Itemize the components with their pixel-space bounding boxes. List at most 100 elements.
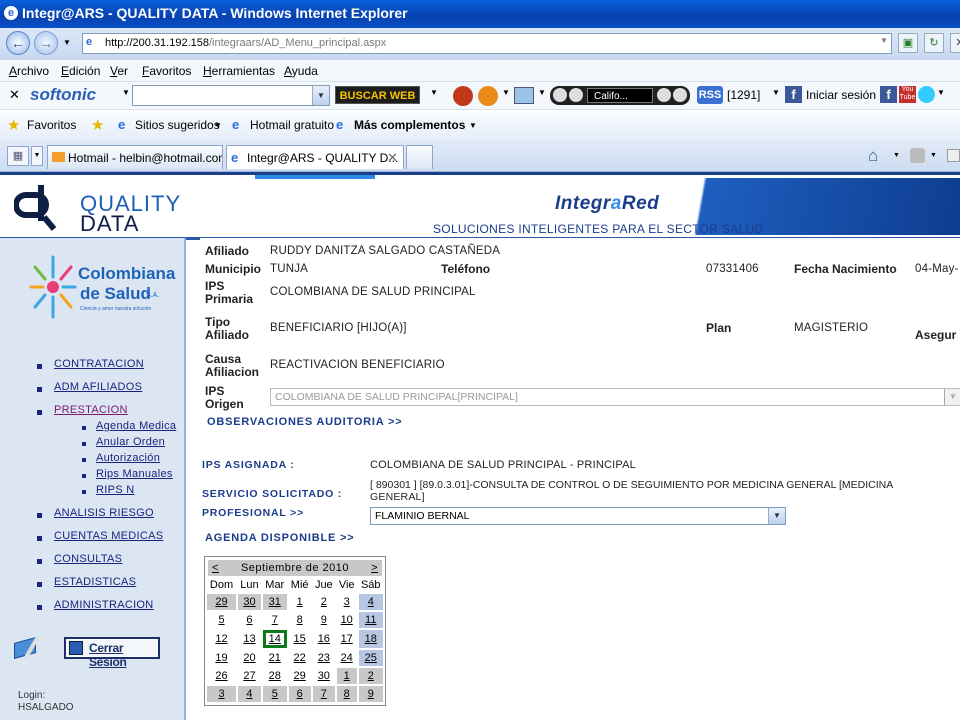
tab-hotmail[interactable]: Hotmail - helbin@hotmail.com...	[47, 145, 223, 169]
facebook-login-link[interactable]: Iniciar sesión	[806, 88, 876, 102]
calendar-day-other-month[interactable]: 2	[358, 668, 383, 684]
rss-icon[interactable]: RSS	[697, 86, 723, 104]
nav-prestacion[interactable]: PRESTACION	[54, 404, 128, 416]
nav-adm-afiliados[interactable]: ADM AFILIADOS	[54, 381, 142, 393]
suggested-sites-link[interactable]: Sitios sugeridos	[135, 118, 220, 132]
close-tab-icon[interactable]: ✕	[387, 150, 398, 166]
calendar-day[interactable]: 2	[313, 594, 335, 610]
softonic-dropdown-icon[interactable]: ▼	[122, 88, 130, 97]
calendar-day[interactable]: 25	[358, 650, 383, 666]
nav-administracion[interactable]: ADMINISTRACION	[54, 599, 154, 611]
menu-edicion[interactable]: Edición	[61, 64, 100, 78]
home-icon[interactable]: ⌂	[868, 146, 878, 166]
addons-dropdown-icon[interactable]: ▼	[469, 121, 477, 130]
calendar-day[interactable]: 18	[358, 630, 383, 648]
calendar-day[interactable]: 16	[313, 630, 335, 648]
youtube-icon[interactable]: You Tube	[899, 86, 916, 103]
calendar-day-other-month[interactable]: 3	[207, 686, 237, 702]
buscar-web-button[interactable]: BUSCAR WEB	[335, 86, 420, 104]
tv-dropdown-icon[interactable]: ▼	[538, 88, 546, 97]
feeds-icon[interactable]	[910, 148, 925, 163]
calendar-day[interactable]: 27	[238, 668, 261, 684]
address-dropdown-icon[interactable]: ▼	[880, 36, 888, 45]
tab-integrars[interactable]: e Integr@ARS - QUALITY D... ✕	[226, 145, 404, 169]
calendar-day[interactable]: 21	[263, 650, 287, 666]
more-addons-link[interactable]: Más complementos	[354, 118, 465, 132]
calendar-day-other-month[interactable]: 31	[262, 594, 287, 610]
game-icon[interactable]	[478, 86, 498, 106]
new-tab-button[interactable]	[406, 145, 433, 169]
nav-agenda-medica[interactable]: Agenda Medica	[96, 420, 176, 432]
ips-origen-dropdown-icon[interactable]: ▼	[944, 389, 960, 405]
nav-autorizacion[interactable]: Autorización	[96, 452, 160, 464]
calendar-day[interactable]: 30	[313, 668, 335, 684]
calendar-day[interactable]: 17	[337, 630, 357, 648]
calendar-day[interactable]: 9	[313, 612, 335, 628]
calendar-day[interactable]: 7	[263, 612, 287, 628]
favorites-button[interactable]: Favoritos	[27, 118, 76, 132]
nav-rips-n[interactable]: RIPS N	[96, 484, 134, 496]
calendar-day[interactable]: 3	[337, 594, 357, 610]
facebook-icon[interactable]: f	[785, 86, 802, 103]
close-toolbar-icon[interactable]: ✕	[9, 87, 20, 103]
calendar-day-other-month[interactable]: 6	[288, 686, 311, 702]
profesional-dropdown-icon[interactable]: ▼	[768, 508, 785, 524]
calendar-day[interactable]: 6	[238, 612, 261, 628]
calendar-day[interactable]: 19	[207, 650, 236, 666]
rss-dropdown-icon[interactable]: ▼	[772, 88, 780, 97]
calendar-day[interactable]: 20	[238, 650, 261, 666]
calendar-day[interactable]: 12	[207, 630, 236, 648]
radio-play-icon[interactable]	[569, 88, 583, 102]
calendar-day[interactable]: 22	[289, 650, 311, 666]
menu-favoritos[interactable]: Favoritos	[142, 64, 191, 78]
hotmail-link[interactable]: Hotmail gratuito	[250, 118, 334, 132]
calendar-day-other-month[interactable]: 29	[207, 594, 237, 610]
nav-consultas[interactable]: CONSULTAS	[54, 553, 122, 565]
nav-cuentas-medicas[interactable]: CUENTAS MEDICAS	[54, 530, 163, 542]
twitter-icon[interactable]	[918, 86, 935, 103]
calendar-day[interactable]: 13	[238, 630, 261, 648]
facebook-small-icon[interactable]: f	[880, 86, 897, 103]
softonic-search-input[interactable]: ▼	[132, 85, 330, 106]
menu-herramientas[interactable]: Herramientas	[203, 64, 275, 78]
menu-ver[interactable]: Ver	[110, 64, 128, 78]
radio-player[interactable]: Califo...	[550, 86, 690, 105]
suggested-dropdown-icon[interactable]: ▼	[214, 121, 222, 130]
profesional-link[interactable]: PROFESIONAL >>	[202, 507, 304, 519]
home-dropdown-icon[interactable]: ▼	[893, 152, 900, 159]
radio-stop-icon[interactable]	[673, 88, 687, 102]
calendar-day-other-month[interactable]: 1	[336, 668, 357, 684]
profesional-select[interactable]: FLAMINIO BERNAL ▼	[370, 507, 786, 525]
nav-contratacion[interactable]: CONTRATACION	[54, 358, 144, 370]
feeds-dropdown-icon[interactable]: ▼	[930, 152, 937, 159]
calendar-prev-link[interactable]: <	[212, 560, 219, 576]
social-dropdown-icon[interactable]: ▼	[937, 88, 945, 97]
back-button[interactable]: ←	[6, 31, 30, 55]
calendar-next-link[interactable]: >	[371, 560, 378, 576]
observaciones-auditoria-link[interactable]: OBSERVACIONES AUDITORIA >>	[207, 416, 402, 428]
address-bar[interactable]: e http://200.31.192.158/integraars/AD_Me…	[82, 33, 892, 54]
radio-station-select[interactable]: Califo...	[587, 88, 653, 103]
game-dropdown-icon[interactable]: ▼	[502, 88, 510, 97]
calendar-day-other-month[interactable]: 4	[238, 686, 261, 702]
calendar-day[interactable]: 26	[207, 668, 236, 684]
nav-estadisticas[interactable]: ESTADISTICAS	[54, 576, 136, 588]
calendar-day[interactable]: 24	[337, 650, 357, 666]
calendar-day[interactable]: 10	[337, 612, 357, 628]
nav-anular-orden[interactable]: Anular Orden	[96, 436, 165, 448]
quick-tabs-icon[interactable]: ▦	[7, 146, 29, 166]
history-dropdown-icon[interactable]: ▼	[63, 38, 71, 47]
calendar-day[interactable]: 29	[289, 668, 311, 684]
calendar-day-other-month[interactable]: 5	[262, 686, 287, 702]
calendar-day[interactable]: 1	[289, 594, 311, 610]
calendar-day[interactable]: 11	[358, 612, 383, 628]
menu-archivo[interactable]: Archivo	[9, 64, 49, 78]
calendar-day[interactable]: 4	[358, 594, 383, 610]
ips-origen-select[interactable]: COLOMBIANA DE SALUD PRINCIPAL[PRINCIPAL]…	[270, 388, 960, 406]
forward-button[interactable]: →	[34, 31, 58, 55]
logout-button[interactable]: Cerrar Sesión	[64, 637, 160, 669]
stop-icon[interactable]: ✕	[950, 33, 960, 53]
agenda-disponible-link[interactable]: AGENDA DISPONIBLE >>	[205, 532, 354, 544]
nav-rips-manuales[interactable]: Rips Manuales	[96, 468, 173, 480]
radio-volume-icon[interactable]	[657, 88, 671, 102]
